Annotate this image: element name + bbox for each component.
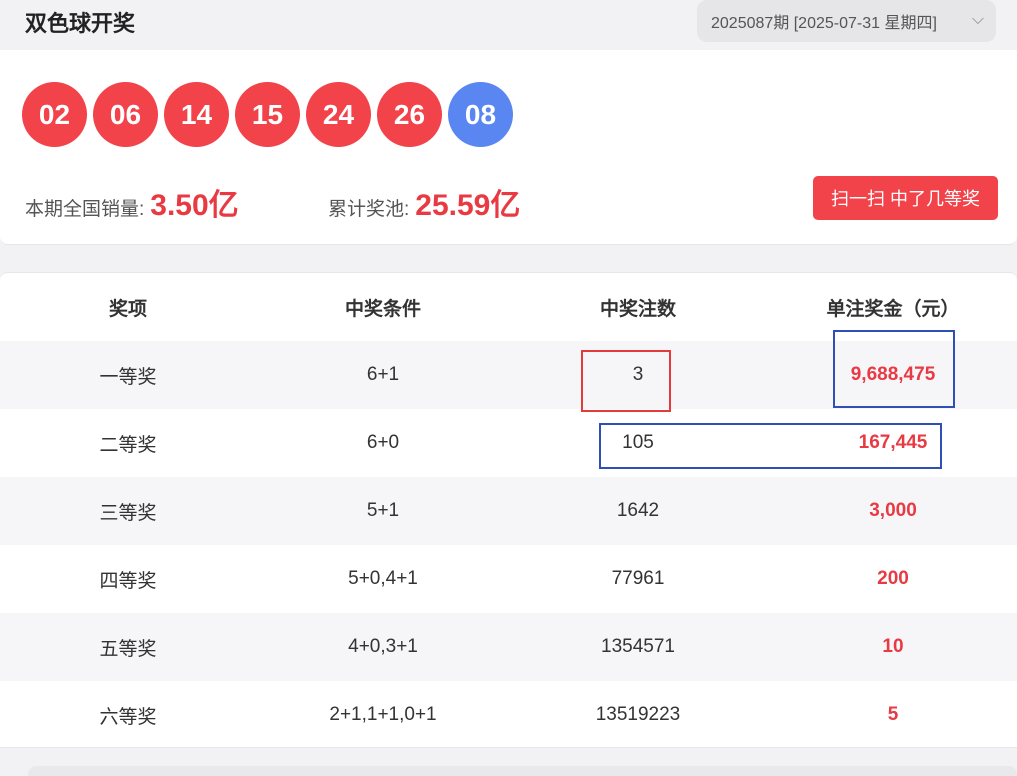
draw-result-card: 02 06 14 15 24 26 08 本期全国销量: 3.50亿 累计奖池:…	[0, 50, 1017, 245]
prize-name: 四等奖	[99, 570, 157, 592]
red-ball: 02	[22, 82, 87, 147]
pool-stat: 累计奖池: 25.59亿	[328, 180, 520, 224]
prize-condition: 5+1	[366, 500, 400, 521]
prize-amount: 5	[887, 704, 899, 725]
table-row: 六等奖 2+1,1+1,0+1 13519223 5	[0, 681, 1017, 749]
prize-name: 六等奖	[99, 706, 157, 728]
red-ball: 14	[164, 82, 229, 147]
blue-ball: 08	[448, 82, 513, 147]
pool-label: 累计奖池:	[328, 199, 410, 220]
issue-select[interactable]: 2025087期 [2025-07-31 星期四] ⌵	[697, 0, 996, 42]
lottery-result-page: 双色球开奖 2025087期 [2025-07-31 星期四] ⌵ 02 06 …	[0, 0, 1017, 776]
sales-stat: 本期全国销量: 3.50亿	[25, 180, 239, 224]
header-count: 中奖注数	[599, 298, 676, 320]
scan-prize-button[interactable]: 扫一扫 中了几等奖	[813, 176, 998, 220]
winner-count: 1642	[616, 500, 660, 521]
pool-value: 25.59亿	[415, 189, 521, 222]
prize-condition: 5+0,4+1	[348, 568, 418, 589]
table-row: 一等奖 6+1 3 9,688,475	[0, 341, 1017, 409]
prize-name: 一等奖	[99, 366, 157, 388]
winner-count: 3	[632, 364, 644, 385]
red-ball: 06	[93, 82, 158, 147]
prize-table: 奖项 中奖条件 中奖注数 单注奖金（元） 一等奖 6+1 3 9,688,475…	[0, 272, 1017, 748]
winner-count: 77961	[611, 568, 665, 589]
next-card-edge	[28, 766, 1017, 776]
prize-condition: 6+1	[366, 364, 400, 385]
prize-condition: 6+0	[366, 432, 400, 453]
prize-amount: 200	[877, 568, 909, 589]
issue-select-value: 2025087期 [2025-07-31 星期四]	[711, 15, 937, 32]
table-row: 二等奖 6+0 105 167,445	[0, 409, 1017, 477]
winner-count: 13519223	[595, 704, 681, 725]
prize-amount: 10	[882, 636, 904, 657]
prize-name: 三等奖	[99, 502, 157, 524]
page-header: 双色球开奖 2025087期 [2025-07-31 星期四] ⌵	[0, 0, 1017, 50]
prize-name: 二等奖	[99, 434, 157, 456]
header-amount: 单注奖金（元）	[826, 298, 960, 320]
chevron-down-icon: ⌵	[971, 11, 984, 28]
winning-numbers: 02 06 14 15 24 26 08	[22, 82, 519, 147]
table-header-row: 奖项 中奖条件 中奖注数 单注奖金（元）	[0, 273, 1017, 341]
red-ball: 24	[306, 82, 371, 147]
table-row: 五等奖 4+0,3+1 1354571 10	[0, 613, 1017, 681]
prize-amount: 3,000	[869, 500, 917, 521]
table-row: 三等奖 5+1 1642 3,000	[0, 477, 1017, 545]
prize-amount: 9,688,475	[850, 364, 936, 385]
prize-name: 五等奖	[99, 638, 157, 660]
sales-value: 3.50亿	[150, 189, 239, 222]
red-ball: 15	[235, 82, 300, 147]
table-row: 四等奖 5+0,4+1 77961 200	[0, 545, 1017, 613]
sales-label: 本期全国销量:	[25, 199, 145, 220]
page-title: 双色球开奖	[25, 11, 136, 36]
winner-count: 105	[622, 432, 654, 453]
header-prize: 奖项	[108, 298, 147, 320]
prize-condition: 4+0,3+1	[348, 636, 418, 657]
red-ball: 26	[377, 82, 442, 147]
winner-count: 1354571	[601, 636, 675, 657]
prize-amount: 167,445	[858, 432, 928, 453]
header-condition: 中奖条件	[344, 298, 421, 320]
prize-condition: 2+1,1+1,0+1	[329, 704, 437, 725]
